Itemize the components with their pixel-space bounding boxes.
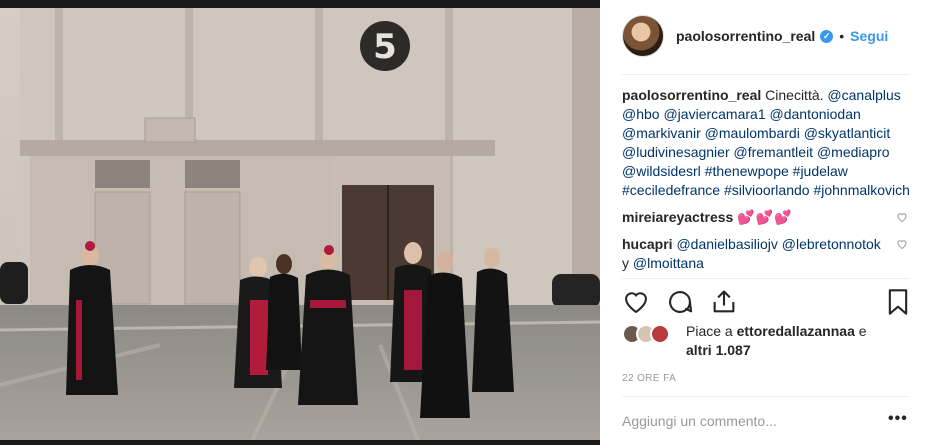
- post-timestamp[interactable]: 22 ORE FA: [622, 373, 676, 384]
- heart-icon[interactable]: [622, 288, 650, 316]
- likes-count[interactable]: Piace a ettoredallazannaa e altri 1.087: [686, 322, 867, 360]
- comment-mention[interactable]: @lebretonnotok: [782, 236, 881, 252]
- caption-author[interactable]: paolosorrentino_real: [622, 87, 761, 103]
- divider: [622, 74, 910, 75]
- comment-mention[interactable]: @lmoittana: [633, 255, 704, 271]
- heart-icon[interactable]: [896, 211, 908, 223]
- caption: paolosorrentino_real Cinecittà. @canalpl…: [622, 86, 910, 200]
- comment-mention[interactable]: @danielbasiliojv: [676, 236, 777, 252]
- action-bar: [622, 286, 912, 318]
- caption-tag[interactable]: @mediapro: [817, 144, 890, 160]
- avatar: [650, 324, 670, 344]
- comment-input[interactable]: [622, 410, 882, 432]
- post-side-panel: paolosorrentino_real ✓ • Segui paolosorr…: [600, 0, 932, 445]
- comment: mireiareyactress 💕💕💕: [622, 208, 910, 227]
- caption-tag[interactable]: @javiercamara1: [663, 106, 765, 122]
- comment-author[interactable]: mireiareyactress: [622, 209, 733, 225]
- header-separator: •: [839, 28, 845, 44]
- caption-tag[interactable]: @fremantleit: [734, 144, 814, 160]
- caption-tag[interactable]: #thenewpope: [705, 163, 789, 179]
- divider: [622, 396, 910, 397]
- caption-tag[interactable]: #judelaw: [793, 163, 848, 179]
- caption-tag[interactable]: #johnmalkovich: [813, 182, 910, 198]
- liker-avatars[interactable]: [622, 324, 676, 344]
- comments-list: paolosorrentino_real Cinecittà. @canalpl…: [622, 86, 910, 278]
- heart-icon[interactable]: [896, 238, 908, 250]
- caption-tag[interactable]: @hbo: [622, 106, 660, 122]
- comment-author[interactable]: hucapri: [622, 236, 673, 252]
- caption-tag[interactable]: @maulombardi: [705, 125, 800, 141]
- comment-icon[interactable]: [666, 288, 694, 316]
- bookmark-icon[interactable]: [884, 288, 912, 316]
- caption-tag[interactable]: @canalplus: [827, 87, 900, 103]
- caption-tag[interactable]: @skyatlanticit: [804, 125, 891, 141]
- avatar[interactable]: [622, 15, 664, 57]
- caption-tag[interactable]: @dantoniodan: [770, 106, 861, 122]
- building-number: 5: [373, 27, 397, 67]
- comment: hucapri @danielbasiliojv @lebretonnotok …: [622, 235, 910, 273]
- likes-others[interactable]: altri 1.087: [686, 342, 751, 358]
- caption-tag[interactable]: @wildsidesrl: [622, 163, 701, 179]
- comment-text: 💕💕💕: [737, 209, 793, 225]
- caption-tag[interactable]: #ceciledefrance: [622, 182, 720, 198]
- verified-badge-icon: ✓: [820, 29, 834, 43]
- post-header: paolosorrentino_real ✓ • Segui: [622, 14, 910, 58]
- share-icon[interactable]: [710, 288, 738, 316]
- caption-tag[interactable]: @markivanir: [622, 125, 701, 141]
- photo-scene: 5: [0, 0, 600, 445]
- likes-row: Piace a ettoredallazannaa e altri 1.087: [622, 322, 910, 364]
- divider: [622, 278, 910, 279]
- caption-tag[interactable]: #silvioorlando: [724, 182, 810, 198]
- follow-button[interactable]: Segui: [850, 28, 888, 44]
- more-options-button[interactable]: •••: [888, 410, 908, 428]
- post-photo[interactable]: 5: [0, 0, 600, 445]
- username-link[interactable]: paolosorrentino_real: [676, 28, 815, 44]
- likes-user[interactable]: ettoredallazannaa: [737, 323, 855, 339]
- likes-prefix: Piace a: [686, 323, 733, 339]
- likes-conj: e: [858, 323, 867, 339]
- comment-text: y: [622, 255, 629, 271]
- caption-text: Cinecittà.: [765, 87, 824, 103]
- caption-tag[interactable]: @ludivinesagnier: [622, 144, 730, 160]
